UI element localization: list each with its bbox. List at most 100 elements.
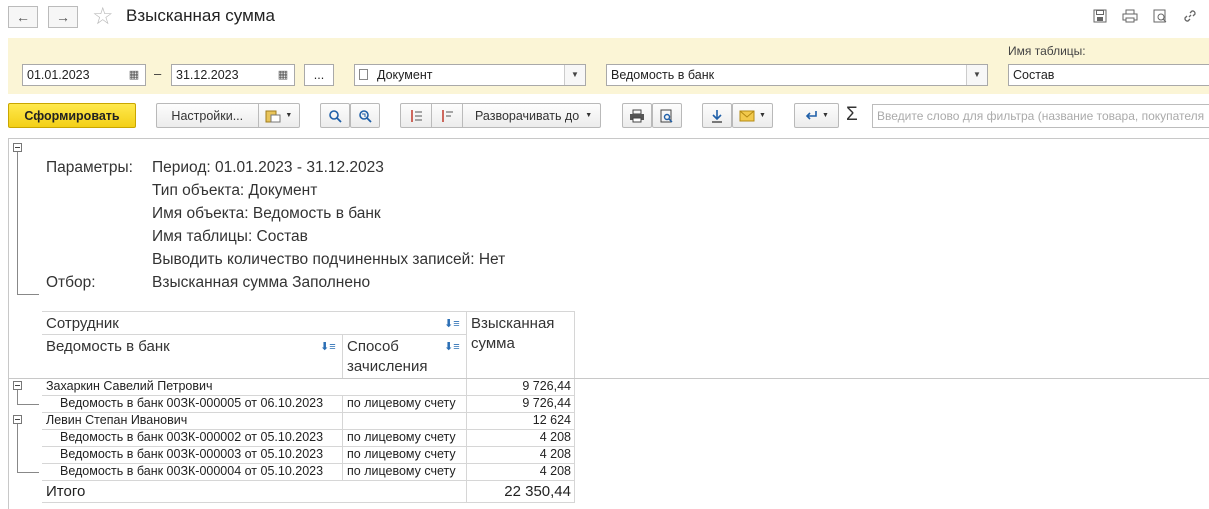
method-header-line2[interactable]: зачисления <box>347 357 427 377</box>
expand-to-label: Разворачивать до <box>475 108 580 123</box>
filter-label: Отбор: <box>46 274 96 291</box>
back-button[interactable]: ← <box>8 6 38 28</box>
find-button[interactable] <box>320 103 350 128</box>
method-header-line1[interactable]: Способ <box>347 337 399 357</box>
row-divider <box>342 395 343 480</box>
link-icon[interactable] <box>1182 8 1198 24</box>
parameters-label: Параметры: <box>46 159 133 176</box>
save-file-button[interactable] <box>702 103 732 128</box>
amount-header-line2[interactable]: сумма <box>471 334 515 354</box>
variants-dropdown[interactable]: ▼ <box>257 104 299 127</box>
forward-button[interactable]: → <box>48 6 78 28</box>
table-row[interactable]: Ведомость в банк 00ЗК-000004 от 05.10.20… <box>60 463 323 480</box>
email-button[interactable]: ▼ <box>732 103 773 128</box>
row-amount: 12 624 <box>532 413 571 427</box>
printer-icon <box>630 109 644 122</box>
table-row[interactable]: Захаркин Савелий Петрович <box>46 378 213 395</box>
row-method: по лицевому счету <box>347 430 456 444</box>
table-name-value: Состав <box>1013 68 1055 82</box>
star-icon[interactable]: ☆ <box>92 2 114 31</box>
tree-line <box>17 424 18 472</box>
param-table-name: Имя таблицы: Состав <box>152 228 308 245</box>
date-to-value: 31.12.2023 <box>176 68 239 82</box>
tree-line <box>17 390 18 404</box>
chevron-down-icon: ▼ <box>759 112 766 119</box>
return-arrow-icon <box>805 110 817 120</box>
total-label: Итого <box>46 483 86 500</box>
download-icon <box>712 109 722 123</box>
chevron-down-icon: ▼ <box>585 112 593 119</box>
param-object-type: Тип объекта: Документ <box>152 182 318 199</box>
total-amount: 22 350,44 <box>504 483 571 500</box>
search-icon <box>329 109 342 123</box>
page-preview-icon <box>660 109 673 122</box>
calendar-icon[interactable]: ▦ <box>123 65 145 85</box>
filter-search-input[interactable]: Введите слово для фильтра (название това… <box>872 104 1209 128</box>
table-border <box>42 502 575 503</box>
preview-button[interactable] <box>652 103 682 128</box>
arrow-right-icon: → <box>56 9 70 25</box>
collapse-params-icon[interactable] <box>13 143 22 152</box>
expand-group[interactable]: Разворачивать до ▼ <box>400 103 601 128</box>
report-top-border <box>8 138 1209 139</box>
date-from-field[interactable]: 01.01.2023 ▦ <box>22 64 146 86</box>
settings-button[interactable]: Настройки... ▼ <box>156 103 300 128</box>
param-sub-records: Выводить количество подчиненных записей:… <box>152 251 506 268</box>
period-select-button[interactable]: ... <box>304 64 334 86</box>
chevron-down-icon: ▼ <box>822 112 829 119</box>
tree-line <box>17 294 39 295</box>
sort-icon[interactable]: ⬇≡ <box>444 317 460 330</box>
calendar-icon[interactable]: ▦ <box>272 65 294 85</box>
object-type-select[interactable]: Документ ▼ <box>354 64 586 86</box>
object-name-select[interactable]: Ведомость в банк ▼ <box>606 64 988 86</box>
sort-icon[interactable]: ⬇≡ <box>320 340 336 353</box>
chevron-down-icon[interactable]: ▼ <box>966 65 987 85</box>
collapse-group-icon[interactable] <box>13 415 22 424</box>
sum-icon[interactable]: Σ <box>846 104 858 126</box>
report-left-border <box>8 138 9 509</box>
table-name-label: Имя таблицы: <box>1008 44 1086 58</box>
clipboard-icon <box>265 110 281 122</box>
object-type-value: Документ <box>377 68 433 82</box>
print-icon[interactable] <box>1122 8 1138 24</box>
collapse-group-icon[interactable] <box>13 381 22 390</box>
chevron-down-icon: ▼ <box>285 112 293 119</box>
amount-header-line1[interactable]: Взысканная <box>471 314 554 334</box>
settings-label: Настройки... <box>171 108 244 123</box>
sort-icon[interactable]: ⬇≡ <box>444 340 460 353</box>
row-amount: 4 208 <box>539 430 571 444</box>
document-icon <box>359 69 368 80</box>
row-method: по лицевому счету <box>347 447 456 461</box>
table-border <box>342 334 343 378</box>
param-object-name: Имя объекта: Ведомость в банк <box>152 205 381 222</box>
table-border <box>42 334 466 335</box>
search-next-icon <box>359 109 372 123</box>
generate-button[interactable]: Сформировать <box>8 103 136 128</box>
chevron-down-icon[interactable]: ▼ <box>564 65 585 85</box>
table-row[interactable]: Левин Степан Иванович <box>46 412 187 429</box>
row-method: по лицевому счету <box>347 464 456 478</box>
envelope-icon <box>739 110 755 121</box>
page-title: Взысканная сумма <box>126 6 275 25</box>
table-row[interactable]: Ведомость в банк 00ЗК-000002 от 05.10.20… <box>60 429 323 446</box>
statement-header[interactable]: Ведомость в банк <box>46 337 170 357</box>
date-to-field[interactable]: 31.12.2023 ▦ <box>171 64 295 86</box>
tree-line <box>17 152 18 294</box>
table-border <box>466 311 467 503</box>
table-name-select[interactable]: Состав <box>1008 64 1209 86</box>
go-to-button[interactable]: ▼ <box>794 103 839 128</box>
row-amount: 4 208 <box>539 447 571 461</box>
sort-ascending-icon[interactable] <box>401 104 432 127</box>
table-row[interactable]: Ведомость в банк 00ЗК-000003 от 05.10.20… <box>60 446 323 463</box>
find-next-button[interactable] <box>350 103 380 128</box>
table-row[interactable]: Ведомость в банк 00ЗК-000005 от 06.10.20… <box>60 395 323 412</box>
tree-line <box>17 404 39 405</box>
print-button[interactable] <box>622 103 652 128</box>
preview-icon[interactable] <box>1152 8 1168 24</box>
sort-descending-icon[interactable] <box>432 104 463 127</box>
employee-header[interactable]: Сотрудник <box>46 314 119 334</box>
date-dash: – <box>154 66 162 81</box>
row-amount: 4 208 <box>539 464 571 478</box>
save-icon[interactable] <box>1092 8 1108 24</box>
date-from-value: 01.01.2023 <box>27 68 90 82</box>
